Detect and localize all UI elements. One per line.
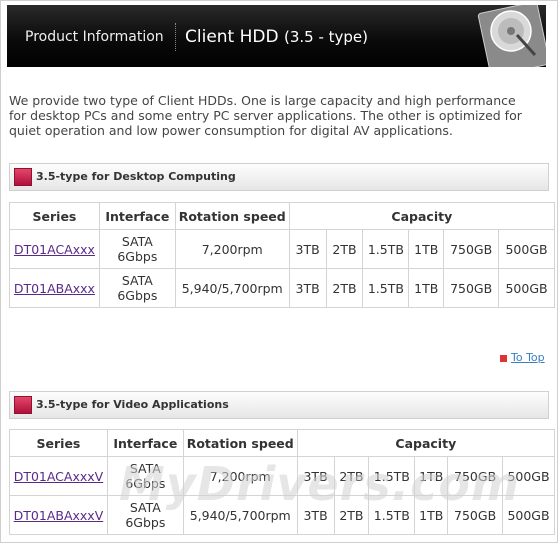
table-row: DT01ABAxxx SATA 6Gbps 5,940/5,700rpm 3TB … [9,268,555,308]
table-header-row: Series Interface Rotation speed Capacity [9,202,556,230]
header-capacity: Capacity [296,429,556,457]
header-rotation: Rotation speed [182,429,298,457]
rotation-cell: 5,940/5,700rpm [174,268,290,308]
hard-drive-icon [477,5,546,67]
table-header-row: Series Interface Rotation speed Capacity [9,429,556,457]
capacity-cell: 500GB [498,268,555,308]
table-row: DT01ACAxxx SATA 6Gbps 7,200rpm 3TB 2TB 1.… [9,229,555,269]
header-banner: Product Information Client HDD (3.5 - ty… [7,5,546,67]
capacity-cell: 750GB [443,229,500,269]
section-label: 3.5-type for Desktop Computing [36,170,236,183]
interface-cell: SATA 6Gbps [98,229,176,269]
capacity-cell: 1TB [408,268,445,308]
capacity-cell: 500GB [498,229,555,269]
capacity-cell: 2TB [325,268,364,308]
header-series: Series [9,202,100,230]
spec-table-desktop: Series Interface Rotation speed Capacity… [9,202,556,308]
header-interface: Interface [98,202,176,230]
header-interface: Interface [106,429,184,457]
header-capacity: Capacity [288,202,556,230]
series-link[interactable]: DT01ABAxxxV [14,508,104,523]
series-link[interactable]: DT01ABAxxx [14,281,95,296]
section-label: 3.5-type for Video Applications [36,398,229,411]
page-title: Client HDD (3.5 - type) [185,27,369,47]
capacity-cell: 1TB [408,229,445,269]
series-link[interactable]: DT01ACAxxxV [14,469,104,484]
interface-cell: SATA 6Gbps [98,268,176,308]
header-rotation: Rotation speed [174,202,290,230]
capacity-cell: 1.5TB [362,229,410,269]
header-series: Series [9,429,108,457]
bullet-icon [14,396,32,414]
divider [175,23,177,51]
intro-text: We provide two type of Client HDDs. One … [9,93,522,138]
bullet-icon [14,168,32,186]
watermark: MyDrivers.com [119,457,520,511]
capacity-cell: 3TB [288,268,327,308]
capacity-cell: 2TB [325,229,364,269]
section-header-desktop: 3.5-type for Desktop Computing [9,163,549,191]
section-header-video: 3.5-type for Video Applications [9,391,549,419]
capacity-cell: 1.5TB [362,268,410,308]
capacity-cell: 3TB [288,229,327,269]
to-top-link[interactable]: To Top [500,351,545,364]
section-title: Product Information [25,29,164,45]
series-link[interactable]: DT01ACAxxx [14,242,95,257]
page-frame: Product Information Client HDD (3.5 - ty… [0,0,558,543]
rotation-cell: 7,200rpm [174,229,290,269]
capacity-cell: 750GB [443,268,500,308]
arrow-up-icon [500,354,507,362]
